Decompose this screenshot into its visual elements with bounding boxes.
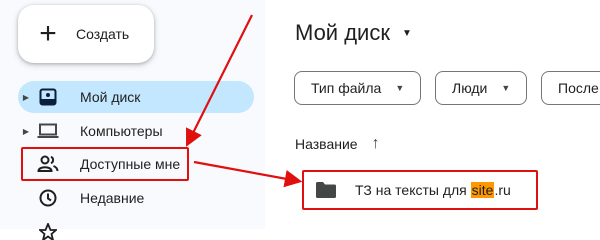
sidebar-item-partial[interactable]	[18, 216, 254, 240]
filter-label: Люди	[452, 80, 488, 96]
sidebar: + Создать ▶ Мой диск ▶ Компьютеры Доступ…	[0, 0, 265, 240]
sidebar-item-label: Мой диск	[80, 89, 141, 105]
sidebar-item-recent[interactable]: Недавние	[18, 182, 254, 214]
filter-file-type[interactable]: Тип файла ▼	[294, 71, 422, 105]
filter-label: Тип файла	[311, 80, 382, 96]
sidebar-item-my-drive[interactable]: ▶ Мой диск	[18, 81, 254, 113]
sort-arrow-up-icon[interactable]: ↑	[372, 135, 380, 153]
create-button[interactable]: + Создать	[18, 5, 154, 63]
chevron-down-icon: ▼	[395, 83, 405, 93]
filter-modified[interactable]: После	[541, 71, 600, 105]
clock-icon	[36, 188, 60, 208]
file-name-prefix: ТЗ на тексты для	[355, 182, 471, 198]
filter-label: После	[558, 80, 599, 96]
column-header-name[interactable]: Название ↑	[295, 135, 380, 153]
sidebar-item-label: Компьютеры	[80, 123, 163, 139]
main-content: Мой диск ▼ Тип файла ▼ Люди ▼ После Назв…	[265, 0, 600, 229]
file-row[interactable]: ТЗ на тексты для site.ru	[302, 170, 538, 210]
page-title[interactable]: Мой диск ▼	[295, 20, 412, 46]
file-name-suffix: .ru	[494, 182, 511, 198]
filter-people[interactable]: Люди ▼	[435, 71, 528, 105]
expand-caret-icon[interactable]: ▶	[20, 127, 32, 136]
expand-caret-icon[interactable]: ▶	[20, 93, 32, 102]
file-name: ТЗ на тексты для site.ru	[355, 182, 511, 198]
page-title-text: Мой диск	[295, 20, 390, 45]
create-button-label: Создать	[76, 26, 130, 42]
chevron-down-icon: ▼	[501, 83, 511, 93]
folder-icon	[316, 182, 336, 198]
column-header-label: Название	[295, 136, 358, 152]
sidebar-item-computers[interactable]: ▶ Компьютеры	[18, 115, 254, 147]
star-icon	[36, 222, 60, 240]
chevron-down-icon[interactable]: ▼	[402, 28, 412, 39]
sidebar-item-label: Недавние	[80, 190, 145, 206]
file-name-highlight: site	[470, 182, 495, 198]
annotation-box-shared	[21, 147, 189, 181]
drive-icon	[36, 87, 60, 107]
computer-icon	[36, 121, 60, 141]
plus-icon: +	[39, 17, 57, 50]
